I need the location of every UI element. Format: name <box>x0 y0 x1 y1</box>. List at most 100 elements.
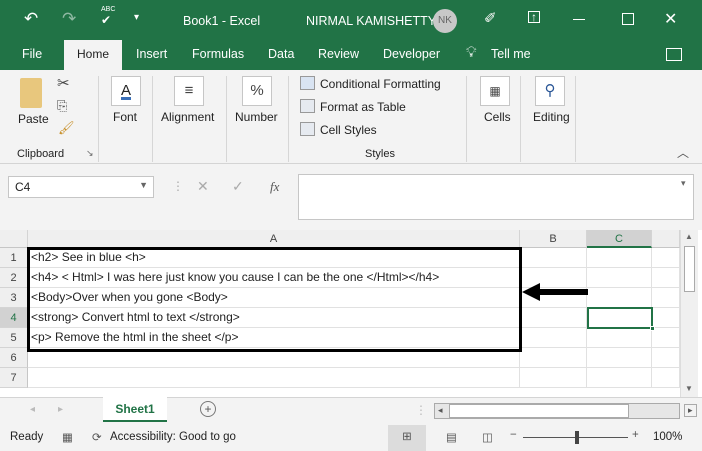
page-layout-icon[interactable]: ▤ <box>446 430 457 444</box>
scroll-up-icon[interactable]: ▲ <box>685 232 693 241</box>
row-header[interactable]: 3 <box>0 288 28 308</box>
name-box[interactable]: C4 ▼ <box>8 176 154 198</box>
cell-b[interactable] <box>520 308 587 328</box>
cell-d[interactable] <box>652 308 680 328</box>
cell-c[interactable] <box>587 368 652 388</box>
select-all-button[interactable] <box>0 230 28 248</box>
format-as-table-button[interactable]: Format as Table <box>320 100 406 114</box>
prev-sheet-icon[interactable]: ◂ <box>30 404 35 415</box>
zoom-out-button[interactable]: − <box>510 429 517 441</box>
tab-insert[interactable]: Insert <box>136 47 167 61</box>
paste-icon[interactable] <box>20 78 42 108</box>
chevron-down-icon[interactable]: ▼ <box>139 180 148 190</box>
tab-formulas[interactable]: Formulas <box>192 47 244 61</box>
normal-view-icon[interactable]: ⊞ <box>388 425 426 451</box>
cell-c[interactable] <box>587 328 652 348</box>
comments-icon[interactable] <box>666 48 682 61</box>
cell-d[interactable] <box>652 348 680 368</box>
tell-me-search[interactable]: Tell me <box>491 47 531 61</box>
macro-icon[interactable]: ▦ <box>62 430 73 444</box>
cell-a[interactable] <box>28 368 520 388</box>
avatar[interactable]: NK <box>433 9 457 33</box>
column-header-b[interactable]: B <box>520 230 587 248</box>
copy-icon[interactable]: ⎘ <box>57 98 67 114</box>
cell-styles-button[interactable]: Cell Styles <box>320 123 377 137</box>
column-header-a[interactable]: A <box>28 230 520 248</box>
page-break-icon[interactable]: ◫ <box>482 430 493 444</box>
alignment-button[interactable]: Alignment <box>161 110 214 124</box>
tab-developer[interactable]: Developer <box>383 47 440 61</box>
designer-icon[interactable]: ✐ <box>484 9 497 27</box>
add-sheet-button[interactable]: + <box>200 401 216 417</box>
ribbon-display-icon[interactable]: ↑ <box>528 11 540 23</box>
row-header[interactable]: 4 <box>0 308 28 328</box>
accessibility-status[interactable]: Accessibility: Good to go <box>110 431 236 443</box>
zoom-slider-thumb[interactable] <box>575 431 579 444</box>
minimize-icon[interactable] <box>573 19 585 20</box>
row-header[interactable]: 1 <box>0 248 28 268</box>
cell-c[interactable] <box>587 268 652 288</box>
spelling-icon[interactable]: ABC ✔ <box>101 6 115 27</box>
editing-button[interactable]: Editing <box>533 110 570 124</box>
column-header-c[interactable]: C <box>587 230 652 248</box>
split-handle[interactable]: ⋮ <box>415 403 427 417</box>
customize-qat-icon[interactable]: ▾ <box>134 12 139 23</box>
conditional-formatting-button[interactable]: Conditional Formatting <box>320 77 441 91</box>
paste-button[interactable]: Paste <box>18 112 49 126</box>
cell-b[interactable] <box>520 248 587 268</box>
zoom-level[interactable]: 100% <box>653 431 682 443</box>
number-button[interactable]: Number <box>235 110 278 124</box>
row-header[interactable]: 2 <box>0 268 28 288</box>
scroll-thumb[interactable] <box>684 246 695 292</box>
scroll-right-icon[interactable]: ▸ <box>684 404 697 417</box>
font-button[interactable]: Font <box>113 110 137 124</box>
alignment-icon[interactable]: ≡ <box>174 76 204 106</box>
cell-d[interactable] <box>652 288 680 308</box>
tab-data[interactable]: Data <box>268 47 294 61</box>
scroll-down-icon[interactable]: ▼ <box>685 384 693 393</box>
row-header[interactable]: 5 <box>0 328 28 348</box>
cell-c[interactable] <box>587 288 652 308</box>
next-sheet-icon[interactable]: ▸ <box>58 404 63 415</box>
find-icon[interactable]: ⚲ <box>535 76 565 106</box>
vertical-scrollbar[interactable]: ▲ ▼ <box>680 230 698 397</box>
undo-icon[interactable]: ↶ <box>24 9 38 29</box>
expand-formula-icon[interactable]: ▾ <box>681 178 686 189</box>
insert-function-button[interactable]: fx <box>270 179 279 195</box>
cell-c[interactable] <box>587 348 652 368</box>
row-header[interactable]: 6 <box>0 348 28 368</box>
cell-d[interactable] <box>652 328 680 348</box>
sheet-tab-sheet1[interactable]: Sheet1 <box>103 397 167 422</box>
dialog-launcher-icon[interactable]: ↘ <box>86 148 94 159</box>
worksheet-grid[interactable]: A B C 1 <h2> See in blue <h> 2 <h4> < Ht… <box>0 230 680 397</box>
cell-d[interactable] <box>652 268 680 288</box>
cancel-icon[interactable]: ✕ <box>197 178 209 195</box>
tab-file[interactable]: File <box>22 47 42 61</box>
formula-input[interactable] <box>298 174 694 220</box>
tab-home[interactable]: Home <box>64 40 122 70</box>
cell-b[interactable] <box>520 368 587 388</box>
horizontal-scrollbar[interactable]: ◂ <box>434 403 680 419</box>
zoom-in-button[interactable]: + <box>632 429 639 441</box>
fill-handle[interactable] <box>650 326 655 331</box>
cut-icon[interactable]: ✂ <box>57 74 70 92</box>
column-header-d[interactable] <box>652 230 680 248</box>
h-scroll-thumb[interactable] <box>449 404 629 418</box>
maximize-icon[interactable] <box>622 13 634 25</box>
close-icon[interactable]: ✕ <box>664 9 677 29</box>
font-icon[interactable]: A <box>111 76 141 106</box>
cell-b[interactable] <box>520 348 587 368</box>
scroll-left-icon[interactable]: ◂ <box>438 405 443 416</box>
format-painter-icon[interactable]: 🖌︎ <box>58 120 75 136</box>
cell-c[interactable] <box>587 248 652 268</box>
cell-b[interactable] <box>520 328 587 348</box>
cells-button[interactable]: Cells <box>484 110 511 124</box>
cell-d[interactable] <box>652 368 680 388</box>
collapse-ribbon-icon[interactable]: ︿ <box>677 144 689 161</box>
selected-cell-c4[interactable] <box>587 307 655 331</box>
cells-icon[interactable]: ▦ <box>480 76 510 106</box>
cell-d[interactable] <box>652 248 680 268</box>
redo-icon[interactable]: ↷ <box>62 9 76 29</box>
enter-icon[interactable]: ✓ <box>232 178 244 195</box>
number-format-icon[interactable]: % <box>242 76 272 106</box>
